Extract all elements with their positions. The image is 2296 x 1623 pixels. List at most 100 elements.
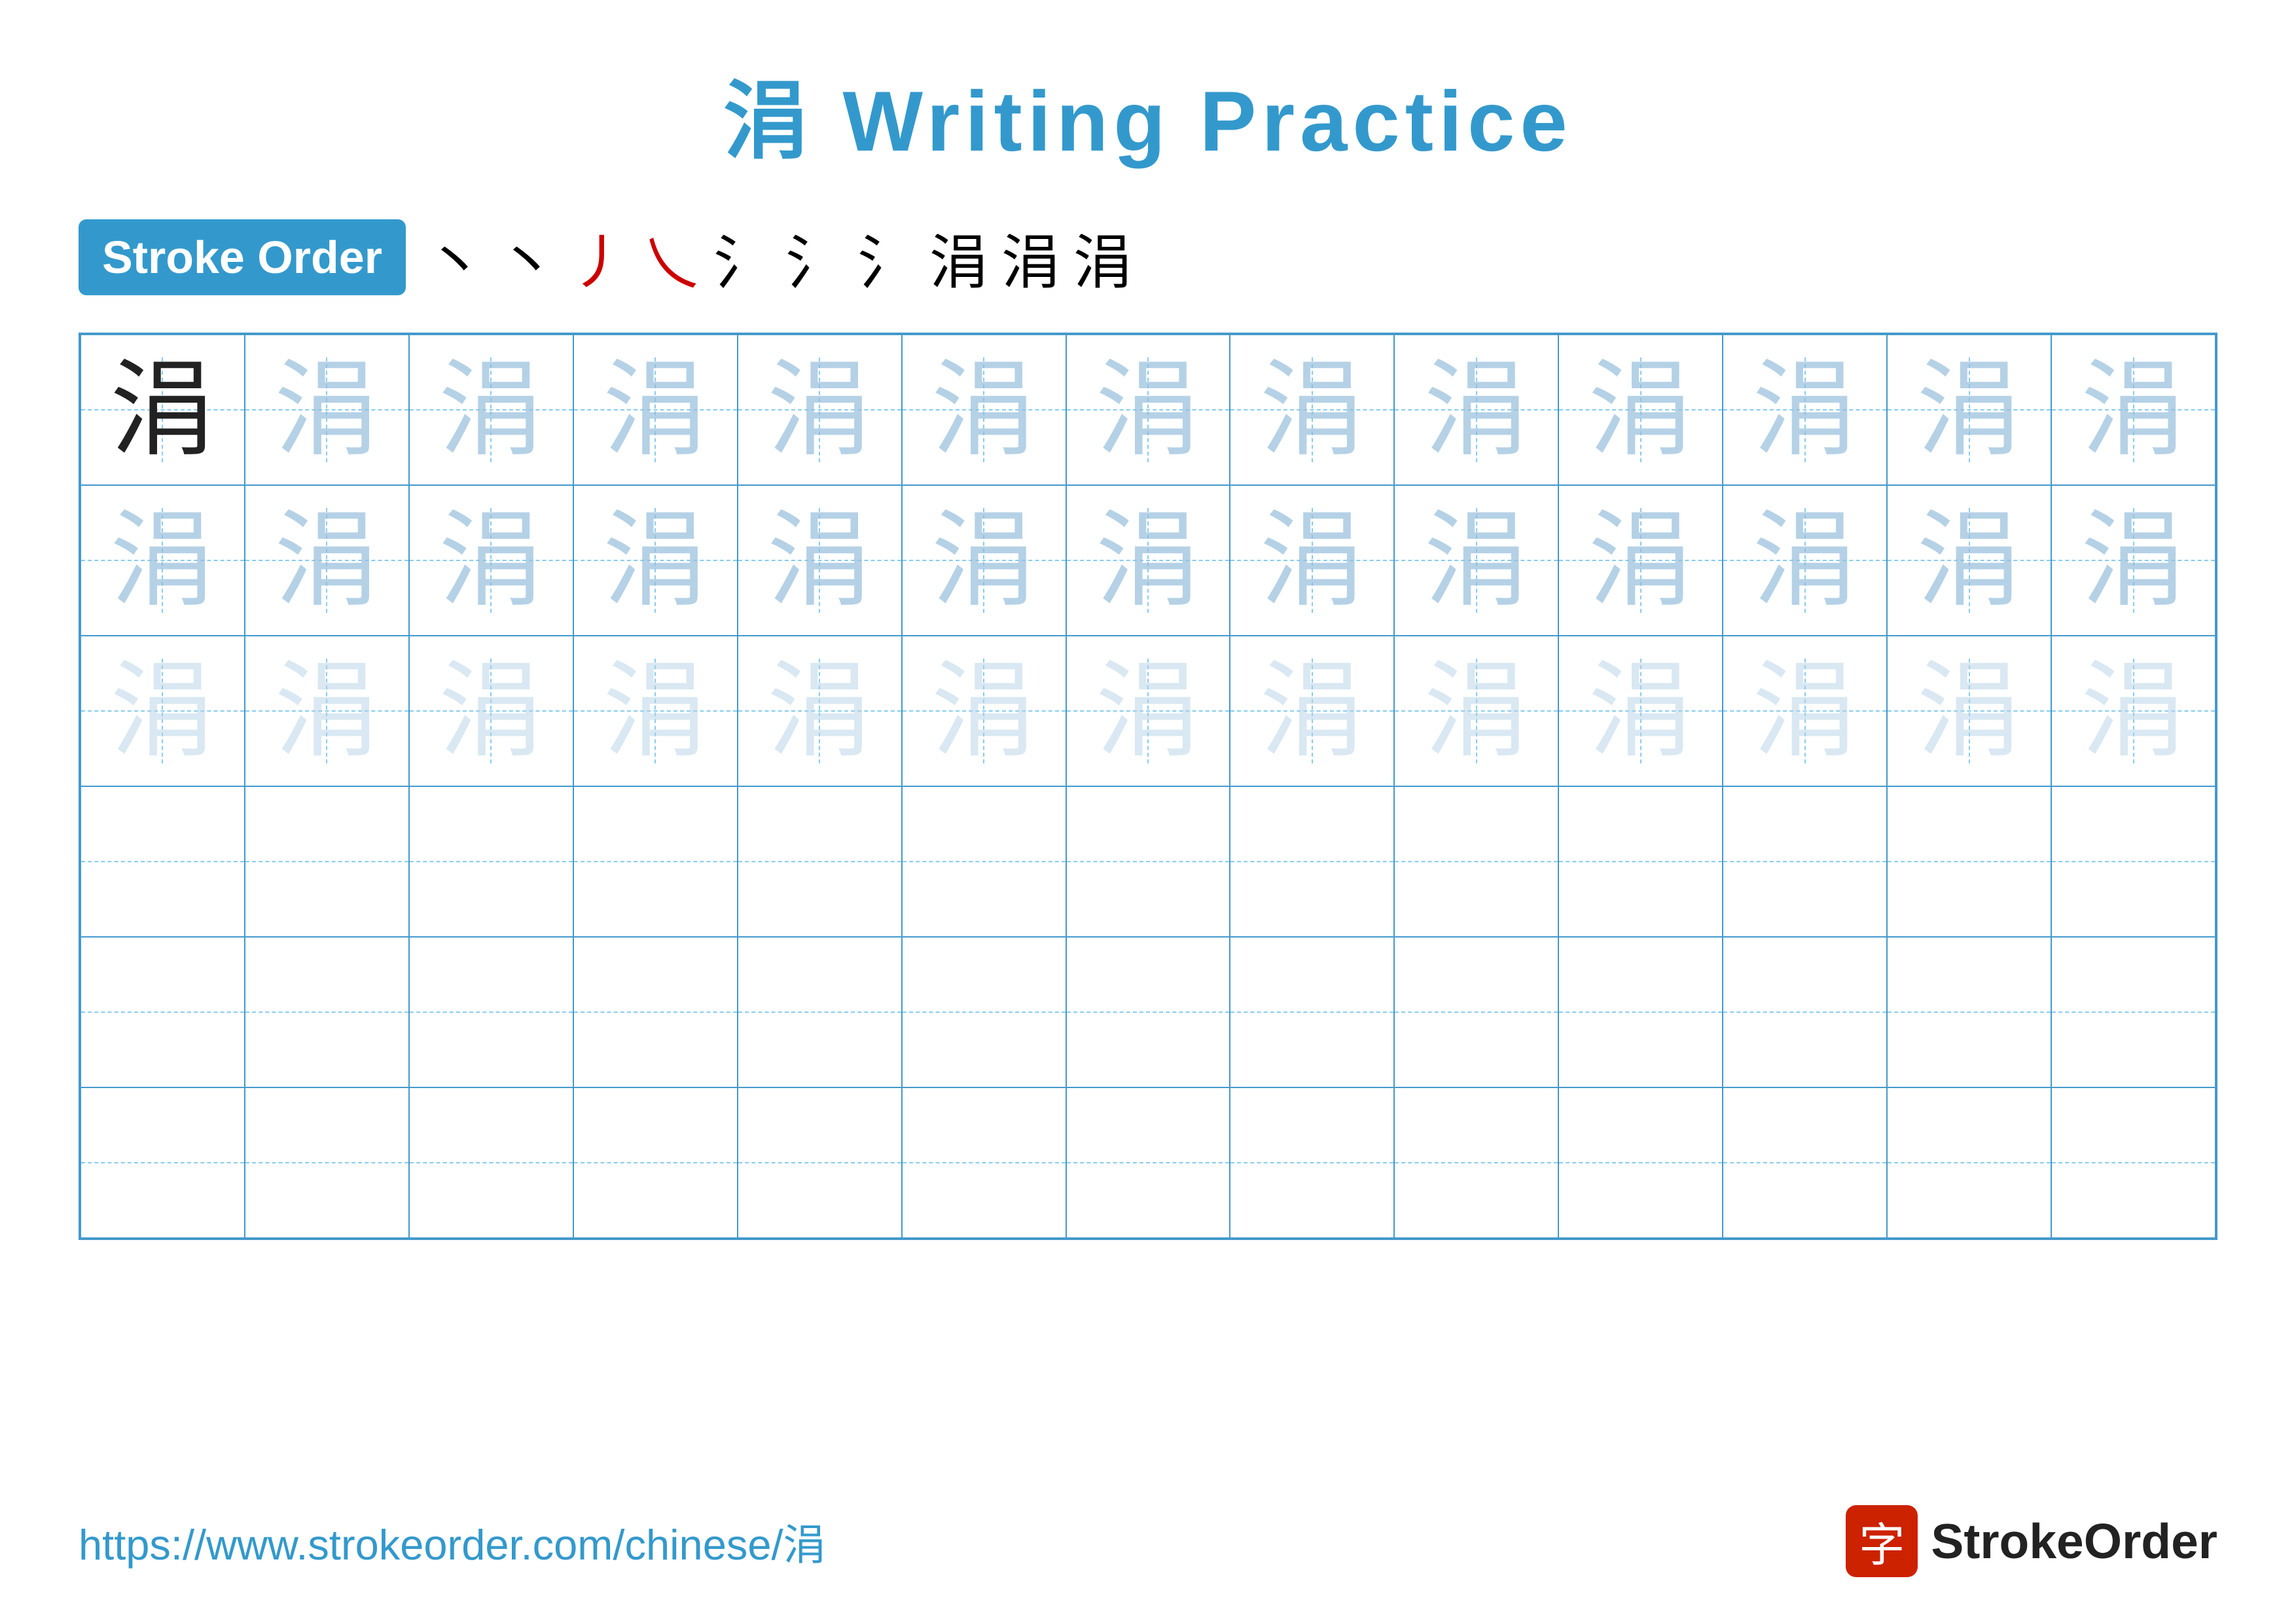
char-ghost: 涓 [274, 357, 379, 462]
table-cell-empty[interactable] [2051, 786, 2215, 937]
table-cell-empty[interactable] [1723, 937, 1887, 1087]
table-cell-empty[interactable] [245, 937, 409, 1087]
table-row: 涓 涓 涓 涓 [81, 485, 2215, 636]
char-ghost: 涓 [1424, 508, 1529, 613]
footer-url: https://www.strokeorder.com/chinese/涓 [79, 1510, 826, 1572]
table-cell-empty[interactable] [1558, 1087, 1723, 1238]
page-title: 涓 Writing Practice [723, 52, 1572, 175]
table-cell-empty[interactable] [1887, 786, 2051, 937]
table-cell-empty[interactable] [902, 937, 1066, 1087]
table-cell: 涓 [1723, 636, 1887, 786]
table-cell-empty[interactable] [1558, 786, 1723, 937]
table-cell-empty[interactable] [1394, 786, 1558, 937]
table-cell: 涓 [902, 335, 1066, 485]
char-ghost: 涓 [2081, 508, 2186, 613]
table-cell: 涓 [2051, 485, 2215, 636]
table-cell: 涓 [573, 636, 738, 786]
char-ghost: 涓 [1588, 508, 1693, 613]
table-cell-empty[interactable] [573, 786, 738, 937]
table-cell-empty[interactable] [1723, 786, 1887, 937]
table-cell-empty[interactable] [902, 786, 1066, 937]
table-cell-empty[interactable] [2051, 1087, 2215, 1238]
char-ghost: 涓 [1096, 508, 1200, 613]
table-cell: 涓 [1723, 335, 1887, 485]
char-ghost: 涓 [1096, 357, 1200, 462]
char-ghost: 涓 [110, 508, 215, 613]
char-ghost: 涓 [2081, 357, 2186, 462]
table-cell: 涓 [409, 335, 573, 485]
footer-logo: 字 StrokeOrder [1846, 1505, 2217, 1577]
char-ghost: 涓 [1260, 508, 1365, 613]
char-ghost: 涓 [931, 357, 1036, 462]
table-cell: 涓 [1558, 335, 1723, 485]
table-cell: 涓 [1558, 636, 1723, 786]
table-cell: 涓 [738, 485, 902, 636]
table-cell-empty[interactable] [573, 1087, 738, 1238]
table-cell-empty[interactable] [1887, 937, 2051, 1087]
table-cell-empty[interactable] [1066, 786, 1230, 937]
table-cell-empty[interactable] [1230, 786, 1394, 937]
table-cell-empty[interactable] [409, 786, 573, 937]
table-cell: 涓 [1394, 335, 1558, 485]
char-ghost-light: 涓 [1096, 659, 1200, 763]
table-cell: 涓 [245, 485, 409, 636]
table-cell-empty[interactable] [245, 1087, 409, 1238]
table-cell-empty[interactable] [1887, 1087, 2051, 1238]
char-ghost-light: 涓 [274, 659, 379, 763]
table-cell-empty[interactable] [902, 1087, 1066, 1238]
table-cell: 涓 [409, 636, 573, 786]
char-ghost: 涓 [603, 357, 708, 462]
table-row: 涓 涓 涓 涓 [81, 636, 2215, 786]
char-ghost: 涓 [931, 508, 1036, 613]
table-cell-empty[interactable] [573, 937, 738, 1087]
table-cell-empty[interactable] [409, 937, 573, 1087]
table-cell-empty[interactable] [1230, 937, 1394, 1087]
table-cell-empty[interactable] [738, 1087, 902, 1238]
table-row [81, 937, 2215, 1087]
table-row: 涓 涓 涓 涓 [81, 335, 2215, 485]
table-cell: 涓 [1066, 636, 1230, 786]
table-cell: 涓 [1066, 335, 1230, 485]
table-cell-empty[interactable] [1394, 937, 1558, 1087]
char-ghost-light: 涓 [1424, 659, 1529, 763]
stroke-10: 涓 [1073, 215, 1132, 300]
char-ghost: 涓 [439, 508, 543, 613]
table-cell-empty[interactable] [738, 937, 902, 1087]
table-cell-empty[interactable] [1394, 1087, 1558, 1238]
stroke-4: 乀 [641, 215, 700, 300]
stroke-6: 氵 [785, 215, 844, 300]
char-ghost: 涓 [1917, 508, 2022, 613]
char-ghost: 涓 [1753, 357, 1857, 462]
footer: https://www.strokeorder.com/chinese/涓 字 … [79, 1505, 2217, 1577]
table-cell-empty[interactable] [1066, 937, 1230, 1087]
char-ghost-light: 涓 [931, 659, 1036, 763]
char-ghost: 涓 [1424, 357, 1529, 462]
table-cell-empty[interactable] [1723, 1087, 1887, 1238]
table-cell-empty[interactable] [409, 1087, 573, 1238]
page: 涓 Writing Practice Stroke Order 丶 丶 丿 乀 … [0, 0, 2296, 1623]
char-ghost-light: 涓 [110, 659, 215, 763]
table-cell: 涓 [738, 636, 902, 786]
table-cell-empty[interactable] [1066, 1087, 1230, 1238]
table-cell: 涓 [1887, 485, 2051, 636]
char-ghost: 涓 [1260, 357, 1365, 462]
table-cell: 涓 [1723, 485, 1887, 636]
table-cell: 涓 [902, 636, 1066, 786]
table-cell-empty[interactable] [81, 1087, 245, 1238]
table-cell-empty[interactable] [1558, 937, 1723, 1087]
table-cell-empty[interactable] [2051, 937, 2215, 1087]
char-ghost: 涓 [603, 508, 708, 613]
table-cell-empty[interactable] [738, 786, 902, 937]
table-cell-empty[interactable] [81, 786, 245, 937]
table-cell-empty[interactable] [81, 937, 245, 1087]
table-cell-empty[interactable] [1230, 1087, 1394, 1238]
table-cell: 涓 [245, 636, 409, 786]
logo-text: StrokeOrder [1931, 1513, 2217, 1569]
table-cell: 涓 [81, 335, 245, 485]
stroke-1: 丶 [425, 215, 484, 300]
table-cell: 涓 [1394, 485, 1558, 636]
table-cell: 涓 [738, 335, 902, 485]
stroke-order-badge: Stroke Order [79, 219, 406, 295]
char-ghost: 涓 [1588, 357, 1693, 462]
table-cell-empty[interactable] [245, 786, 409, 937]
